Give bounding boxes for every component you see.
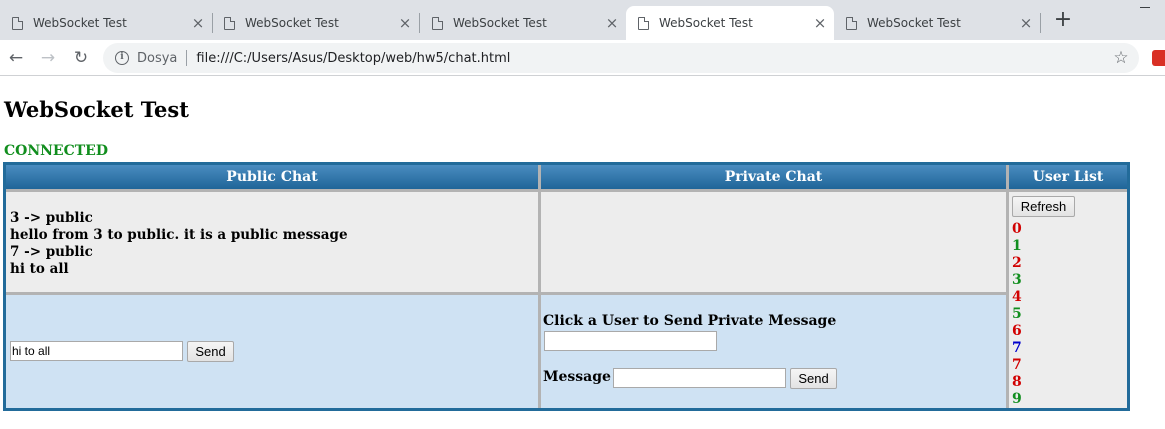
header-user-list: User List (1009, 165, 1127, 189)
public-input-cell: hi to all Send (6, 295, 538, 408)
browser-tab[interactable]: WebSocket Test × (212, 6, 419, 40)
browser-tab[interactable]: WebSocket Test × (834, 6, 1040, 40)
private-recipient-input[interactable] (544, 331, 717, 351)
user-item[interactable]: 1 (1012, 238, 1022, 255)
address-chip[interactable]: Dosya (137, 51, 177, 66)
page-icon (12, 16, 23, 30)
chat-table: Public Chat Private Chat User List 3 -> … (3, 162, 1130, 411)
tab-title: WebSocket Test (33, 16, 127, 30)
page-icon (432, 16, 443, 30)
address-bar[interactable]: i Dosya file:///C:/Users/Asus/Desktop/we… (103, 43, 1139, 73)
minimize-icon[interactable] (1140, 7, 1150, 8)
user-item[interactable]: 7 (1012, 357, 1022, 374)
tab-title: WebSocket Test (659, 16, 753, 30)
page-content: WebSocket Test CONNECTED Public Chat Pri… (0, 77, 1165, 429)
user-item[interactable]: 5 (1012, 306, 1022, 323)
page-icon (846, 16, 857, 30)
connection-status: CONNECTED (4, 143, 108, 159)
tab-title: WebSocket Test (867, 16, 961, 30)
user-item[interactable]: 4 (1012, 289, 1022, 306)
tab-title: WebSocket Test (245, 16, 339, 30)
extension-icon[interactable] (1152, 50, 1165, 66)
close-icon[interactable]: × (812, 15, 828, 31)
tab-separator (1040, 13, 1041, 33)
address-separator (186, 50, 188, 66)
message-line: hi to all (10, 261, 69, 277)
public-message-list: 3 -> public hello from 3 to public. it i… (10, 210, 348, 278)
close-icon[interactable]: × (190, 15, 206, 31)
user-item[interactable]: 8 (1012, 374, 1022, 391)
back-icon[interactable]: ← (5, 47, 27, 69)
browser-toolbar: ← → ↻ i Dosya file:///C:/Users/Asus/Desk… (0, 40, 1165, 76)
user-item[interactable]: 2 (1012, 255, 1022, 272)
public-messages-cell: 3 -> public hello from 3 to public. it i… (6, 192, 538, 292)
info-icon[interactable]: i (115, 51, 129, 65)
tab-strip: WebSocket Test × WebSocket Test × WebSoc… (0, 0, 1165, 40)
forward-icon[interactable]: → (37, 47, 59, 69)
browser-tab[interactable]: WebSocket Test × (0, 6, 212, 40)
user-item[interactable]: 3 (1012, 272, 1022, 289)
user-item[interactable]: 0 (1012, 221, 1022, 238)
browser-tab-active[interactable]: WebSocket Test × (626, 6, 834, 40)
private-send-button[interactable]: Send (790, 368, 837, 389)
refresh-button[interactable]: Refresh (1012, 196, 1075, 217)
message-label: Message (543, 369, 611, 385)
private-message-input[interactable] (613, 368, 786, 388)
plus-icon[interactable]: + (1052, 9, 1074, 32)
message-line: 7 -> public (10, 244, 93, 260)
user-list-cell: Refresh 0 1 2 3 4 5 6 7 7 8 9 (1009, 192, 1127, 408)
url-text[interactable]: file:///C:/Users/Asus/Desktop/web/hw5/ch… (196, 51, 1111, 66)
close-icon[interactable]: × (604, 15, 620, 31)
private-messages-cell (541, 192, 1006, 292)
user-item[interactable]: 7 (1012, 340, 1022, 357)
star-icon[interactable]: ☆ (1111, 48, 1131, 68)
public-message-input[interactable]: hi to all (10, 341, 183, 361)
private-prompt: Click a User to Send Private Message (543, 313, 837, 329)
private-input-cell: Click a User to Send Private Message Mes… (541, 295, 1006, 408)
user-item[interactable]: 9 (1012, 391, 1022, 408)
reload-icon[interactable]: ↻ (70, 47, 92, 69)
user-list: 0 1 2 3 4 5 6 7 7 8 9 (1012, 221, 1022, 408)
message-line: hello from 3 to public. it is a public m… (10, 227, 348, 243)
page-icon (224, 16, 235, 30)
close-icon[interactable]: × (1018, 15, 1034, 31)
public-send-button[interactable]: Send (187, 341, 234, 362)
header-private-chat: Private Chat (541, 165, 1006, 189)
close-icon[interactable]: × (397, 15, 413, 31)
tab-title: WebSocket Test (453, 16, 547, 30)
message-line: 3 -> public (10, 210, 93, 226)
page-icon (638, 16, 649, 30)
browser-tab[interactable]: WebSocket Test × (420, 6, 626, 40)
page-title: WebSocket Test (4, 97, 189, 122)
header-public-chat: Public Chat (6, 165, 538, 189)
user-item[interactable]: 6 (1012, 323, 1022, 340)
